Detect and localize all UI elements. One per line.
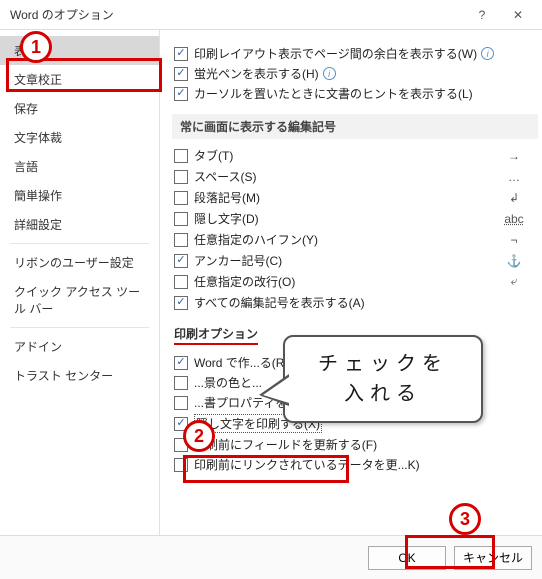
help-button[interactable]: ?: [464, 3, 500, 27]
sidebar-item-advanced[interactable]: 詳細設定: [0, 210, 159, 239]
info-icon[interactable]: [323, 67, 336, 80]
section-header-marks: 常に画面に表示する編集記号: [172, 114, 538, 139]
check-update-linked[interactable]: 印刷前にリンクされているデータを更...K): [174, 456, 538, 473]
check-optional-hyphen[interactable]: 任意指定のハイフン(Y)¬: [174, 231, 538, 248]
sidebar-item-language[interactable]: 言語: [0, 152, 159, 181]
check-highlighter[interactable]: 蛍光ペンを表示する(H): [174, 65, 538, 82]
annotation-number-3: 3: [449, 503, 481, 535]
checkbox-icon[interactable]: [174, 275, 188, 289]
check-anchor[interactable]: アンカー記号(C)⚓: [174, 252, 538, 269]
check-tooltips[interactable]: カーソルを置いたときに文書のヒントを表示する(L): [174, 85, 538, 102]
sidebar-separator: [10, 327, 149, 328]
sidebar-item-save[interactable]: 保存: [0, 94, 159, 123]
checkbox-icon[interactable]: [174, 356, 188, 370]
checkbox-icon[interactable]: [174, 170, 188, 184]
checkbox-icon[interactable]: [174, 396, 188, 410]
sidebar-item-proofing[interactable]: 文章校正: [0, 65, 159, 94]
sidebar-item-ease[interactable]: 簡単操作: [0, 181, 159, 210]
checkbox-icon[interactable]: [174, 47, 188, 61]
checkbox-icon[interactable]: [174, 376, 188, 390]
check-paragraph[interactable]: 段落記号(M)↲: [174, 189, 538, 206]
checkbox-icon[interactable]: [174, 67, 188, 81]
checkbox-icon[interactable]: [174, 296, 188, 310]
check-optional-break[interactable]: 任意指定の改行(O)⤶: [174, 273, 538, 290]
sidebar-item-typography[interactable]: 文字体裁: [0, 123, 159, 152]
sidebar-separator: [10, 243, 149, 244]
sidebar-item-trust[interactable]: トラスト センター: [0, 361, 159, 390]
ok-button[interactable]: OK: [368, 546, 446, 570]
checkbox-icon[interactable]: [174, 212, 188, 226]
check-space[interactable]: スペース(S)…: [174, 168, 538, 185]
annotation-number-2: 2: [183, 420, 215, 452]
window-title: Word のオプション: [10, 6, 464, 23]
checkbox-icon[interactable]: [174, 458, 188, 472]
info-icon[interactable]: [481, 47, 494, 60]
annotation-callout: チェックを 入れる: [283, 335, 483, 423]
main-panel: 印刷レイアウト表示でページ間の余白を表示する(W) 蛍光ペンを表示する(H) カ…: [160, 30, 542, 535]
sidebar-item-ribbon[interactable]: リボンのユーザー設定: [0, 248, 159, 277]
checkbox-icon[interactable]: [174, 233, 188, 247]
close-button[interactable]: ✕: [500, 3, 536, 27]
title-bar: Word のオプション ? ✕: [0, 0, 542, 30]
check-all-marks[interactable]: すべての編集記号を表示する(A): [174, 294, 538, 311]
dialog-footer: OK キャンセル: [0, 535, 542, 579]
checkbox-icon[interactable]: [174, 254, 188, 268]
checkbox-icon[interactable]: [174, 149, 188, 163]
sidebar-item-qat[interactable]: クイック アクセス ツール バー: [0, 277, 159, 323]
check-page-margin[interactable]: 印刷レイアウト表示でページ間の余白を表示する(W): [174, 45, 538, 62]
checkbox-icon[interactable]: [174, 191, 188, 205]
section-header-print: 印刷オプション: [174, 325, 258, 345]
sidebar-item-addins[interactable]: アドイン: [0, 332, 159, 361]
check-hidden-text[interactable]: 隠し文字(D)abc: [174, 210, 538, 227]
cancel-button[interactable]: キャンセル: [454, 546, 532, 570]
check-tab[interactable]: タブ(T)→: [174, 147, 538, 164]
check-update-fields[interactable]: 印刷前にフィールドを更新する(F): [174, 436, 538, 453]
sidebar-nav: 表示 文章校正 保存 文字体裁 言語 簡単操作 詳細設定 リボンのユーザー設定 …: [0, 30, 160, 535]
checkbox-icon[interactable]: [174, 87, 188, 101]
annotation-number-1: 1: [20, 31, 52, 63]
